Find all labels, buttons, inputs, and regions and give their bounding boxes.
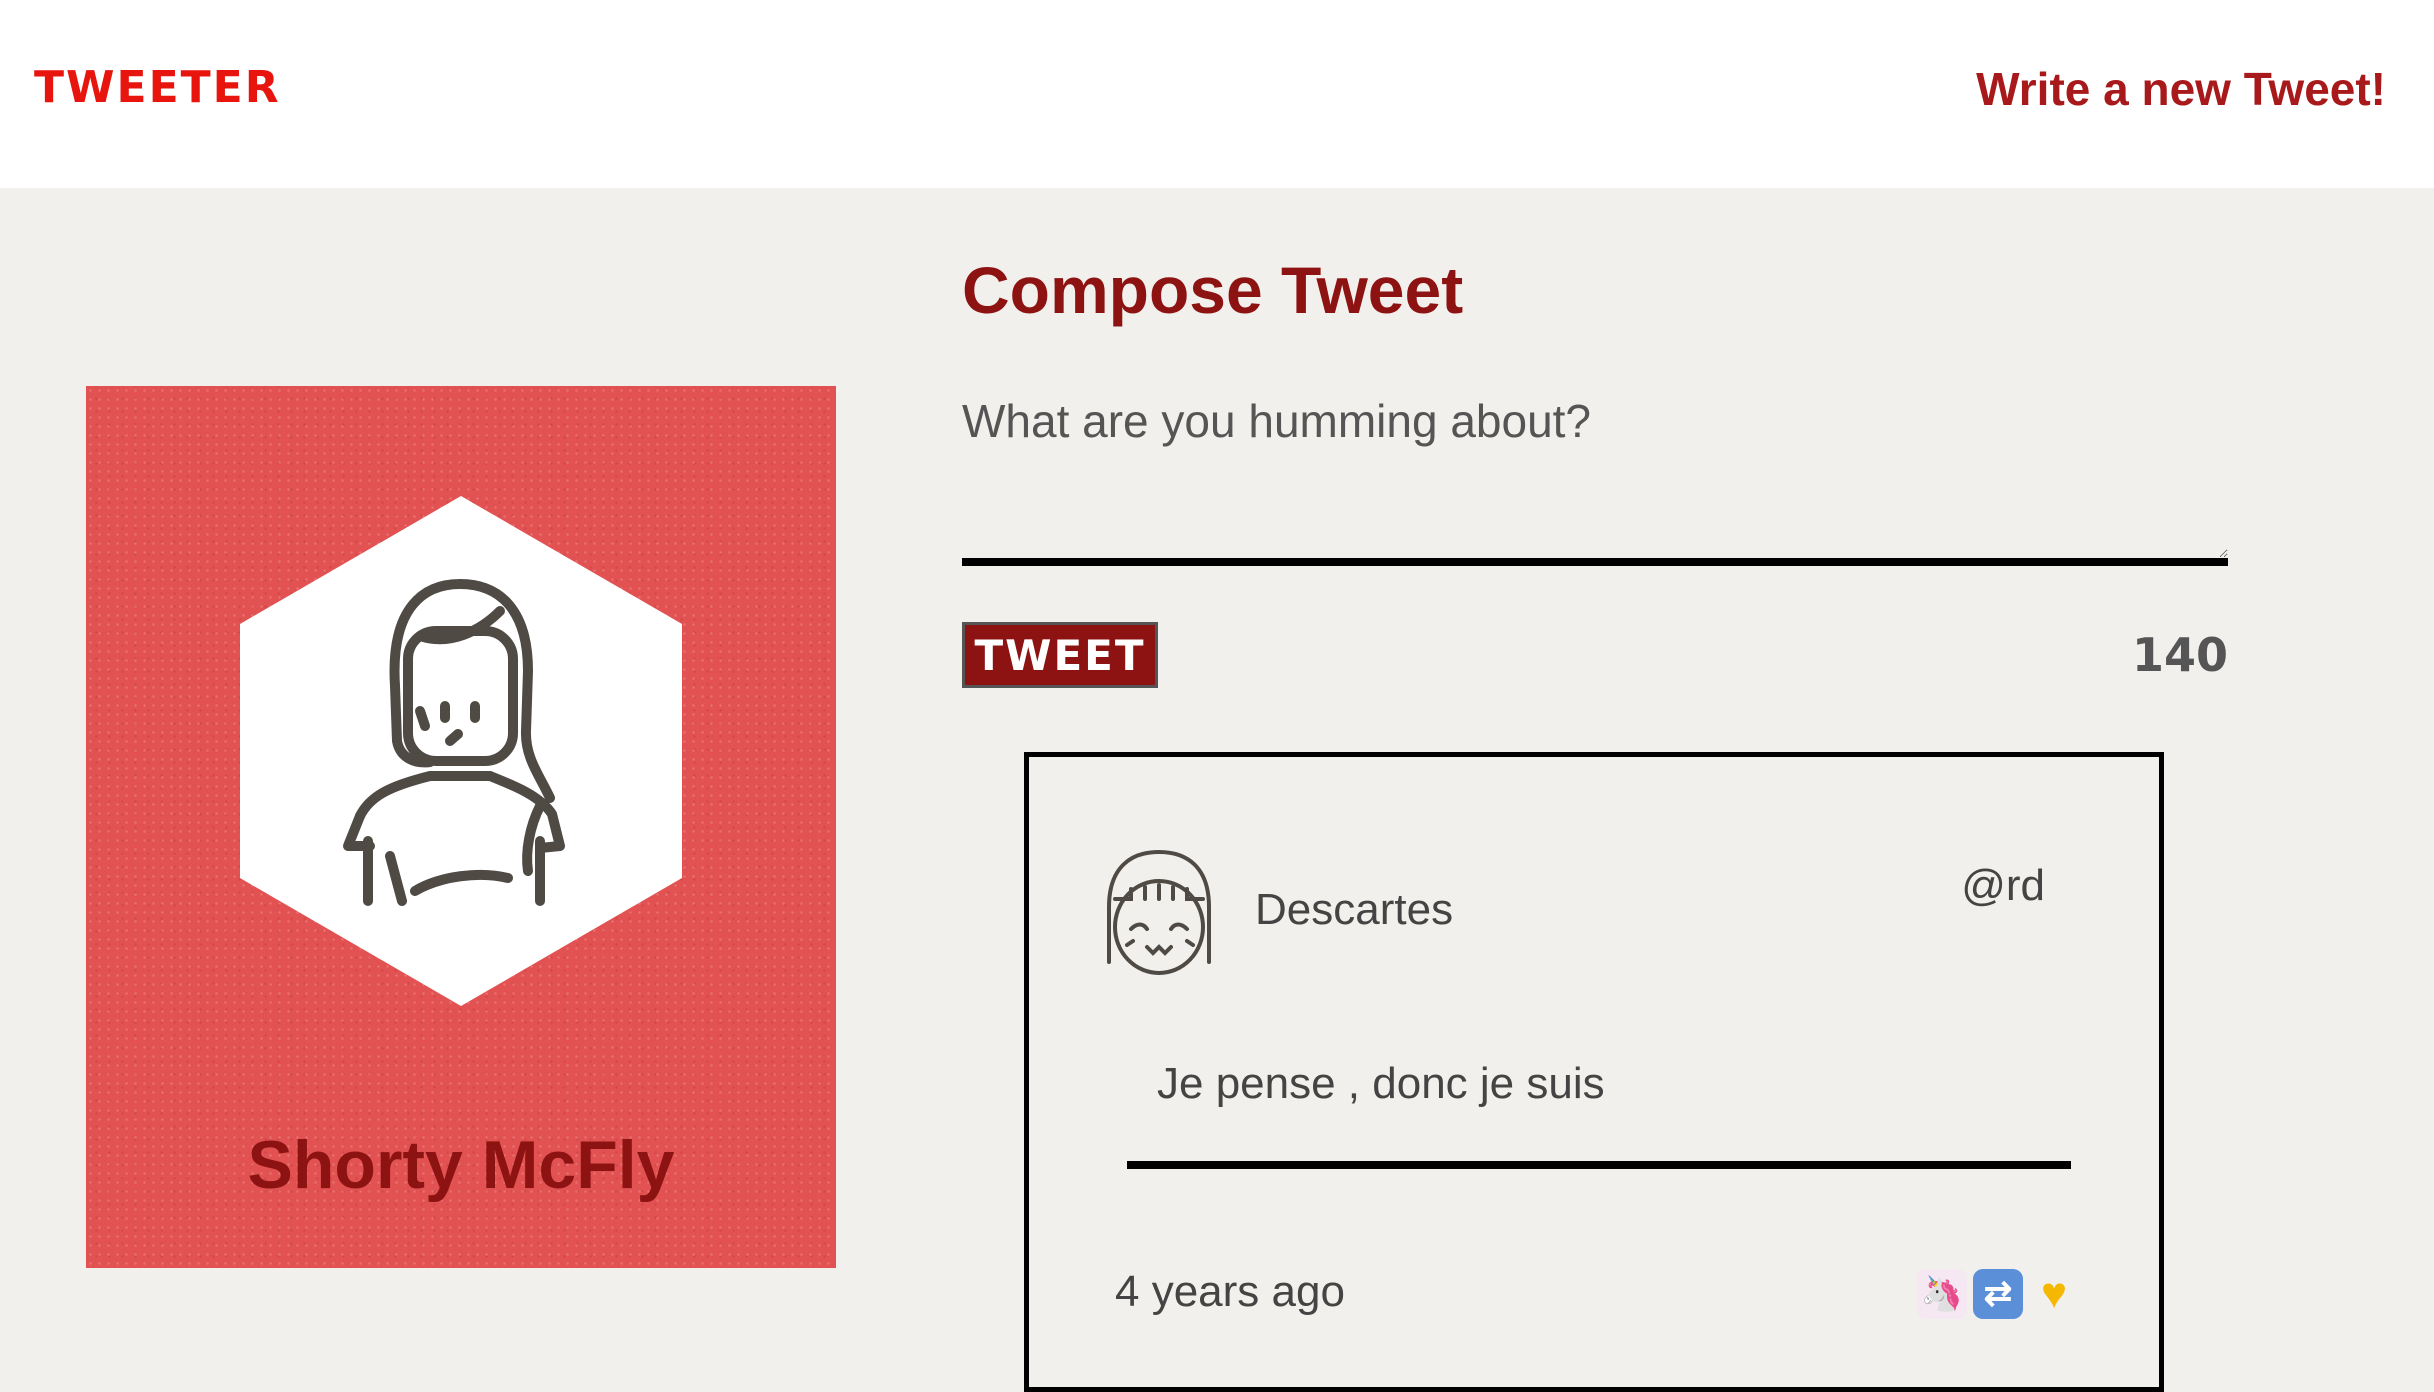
compose-title: Compose Tweet [962,253,1464,327]
tweet-actions: 🦄 ⇄ ♥ [1917,1269,2079,1319]
tweet-timestamp: 4 years ago [1115,1267,1345,1316]
tweet-divider [1127,1161,2071,1169]
character-counter: 140 [2131,628,2228,682]
tweet-handle[interactable]: @rd [1961,861,2045,911]
write-new-tweet-link[interactable]: Write a new Tweet! [1976,62,2386,116]
profile-name: Shorty McFly [247,1127,675,1203]
user-avatar-icon [1107,849,1211,975]
tweet-content: Je pense , donc je suis [1157,1059,1605,1108]
retweet-icon[interactable]: ⇄ [1973,1269,2023,1319]
tweet-textarea[interactable] [962,380,2228,566]
woman-avatar-icon [240,496,682,1006]
app-logo[interactable]: TWEETER [34,62,281,113]
tweet-card: Descartes @rd Je pense , donc je suis 4 … [1024,752,2164,1392]
tweet-author[interactable]: Descartes [1255,885,1453,935]
profile-card: Shorty McFly [86,386,836,1268]
heart-icon[interactable]: ♥ [2029,1269,2079,1319]
tweet-button[interactable]: TWEET [962,622,1158,688]
top-nav: TWEETER Write a new Tweet! [0,0,2434,188]
unicorn-icon[interactable]: 🦄 [1917,1269,1967,1319]
